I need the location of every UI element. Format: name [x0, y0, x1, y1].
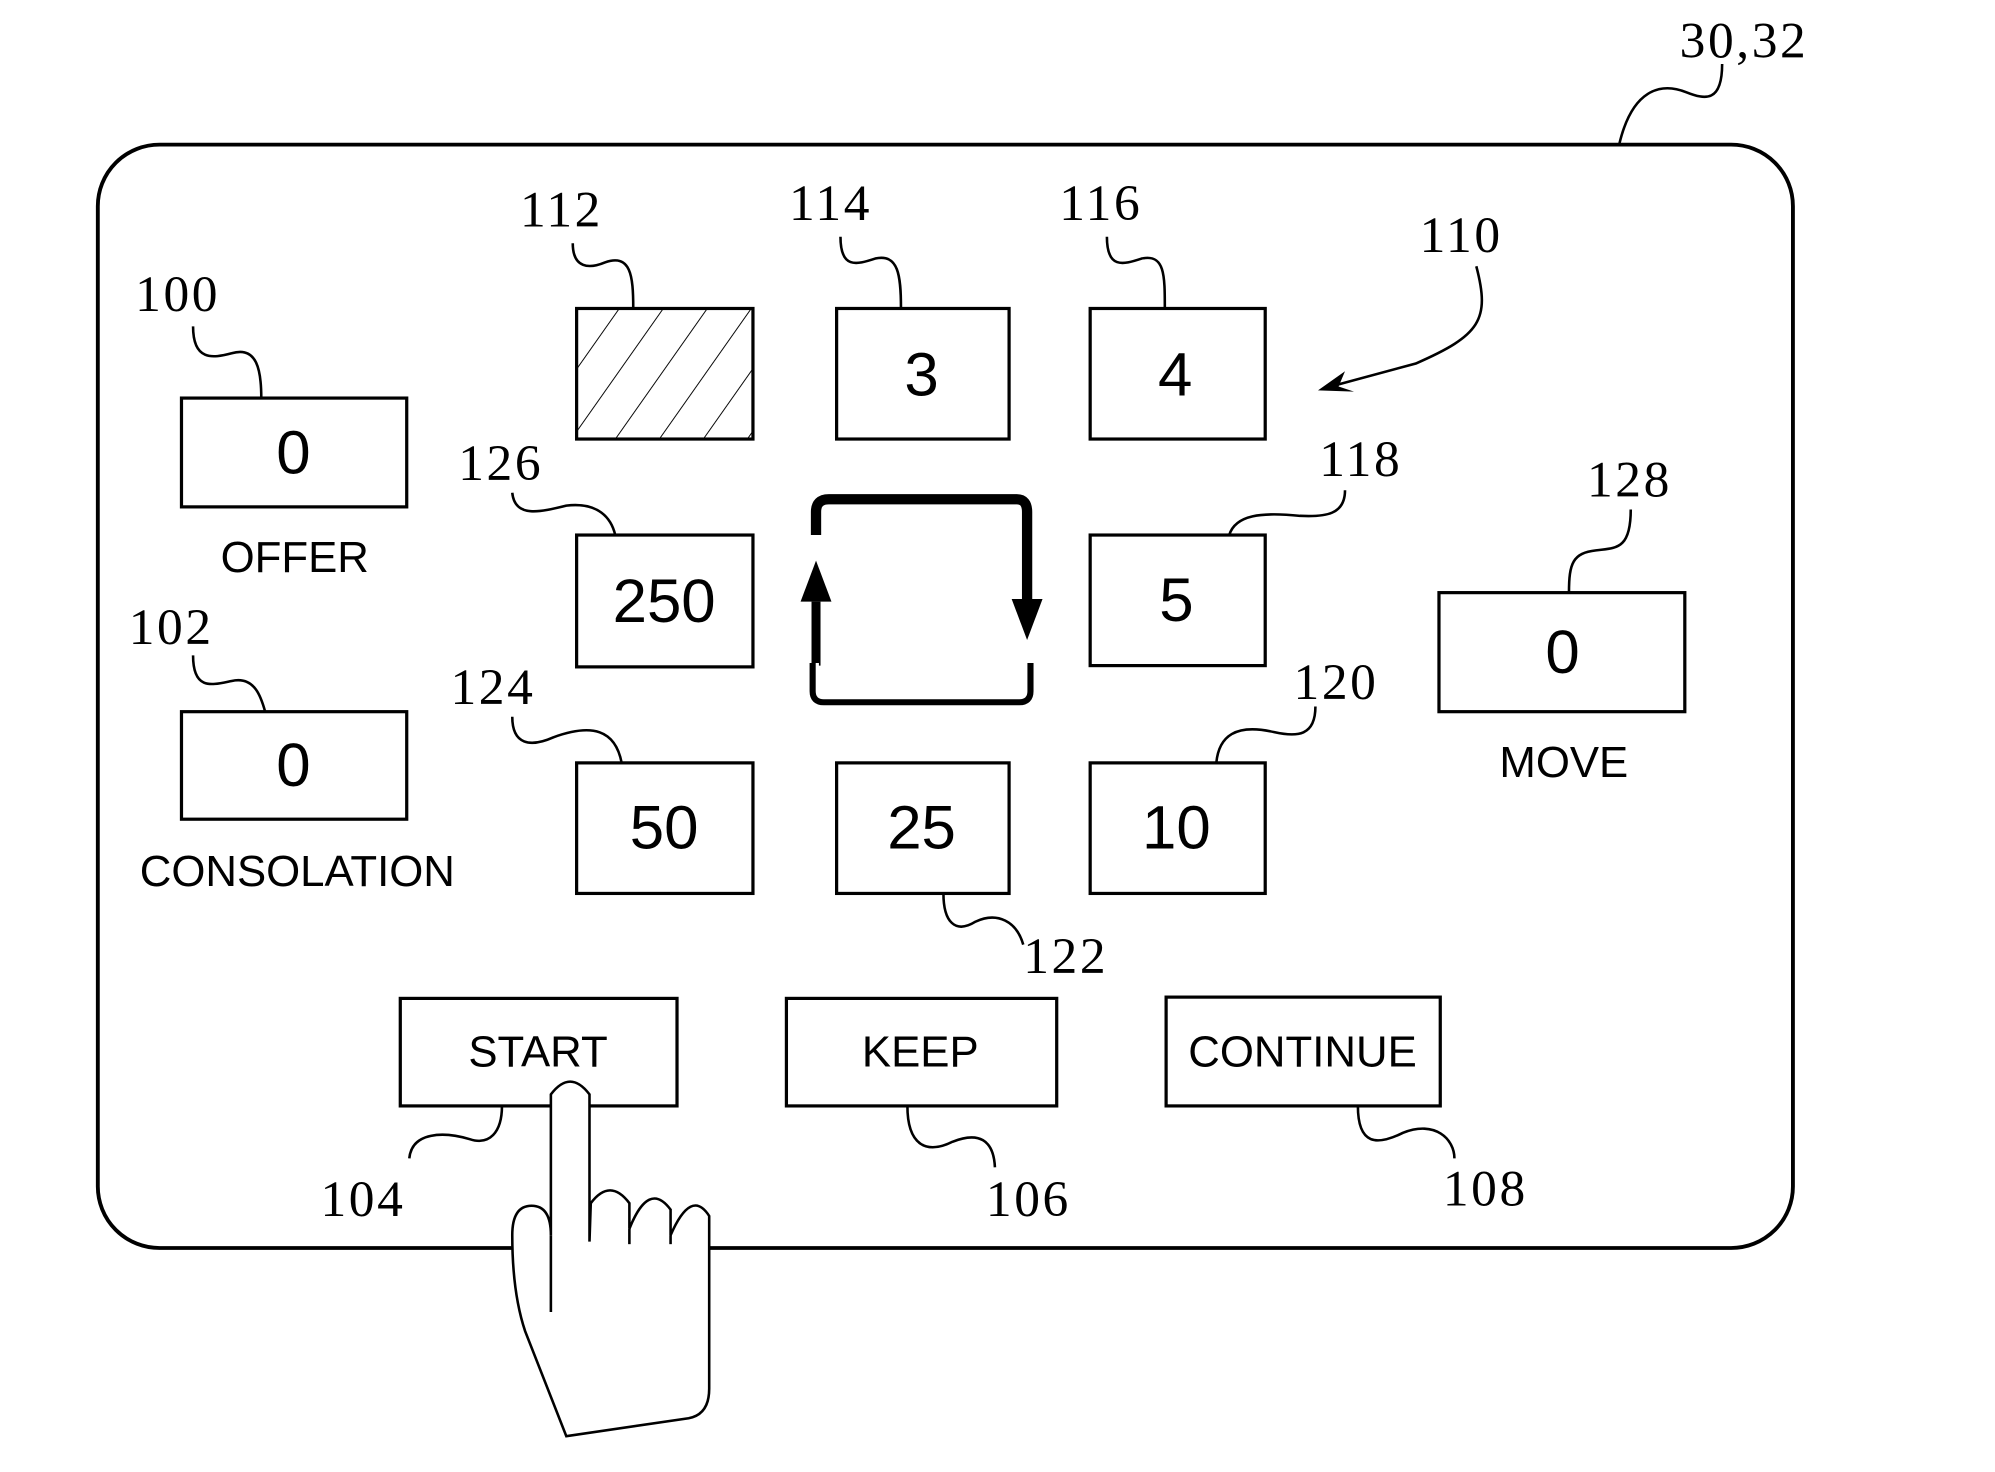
game-screen-diagram: 30,32 110 100 0 OFFER 102 0 CONSOLATION … [95, 13, 1809, 1438]
offer-value: 0 [276, 419, 310, 488]
device-leader-line [1617, 63, 1724, 145]
continue-button-label: CONTINUE [1188, 1028, 1416, 1077]
cell-126-value: 250 [613, 567, 716, 636]
cell-114-value: 3 [904, 341, 938, 410]
start-ref: 104 [320, 1171, 405, 1228]
start-button-label: START [468, 1028, 607, 1077]
keep-ref: 106 [986, 1171, 1071, 1228]
cell-112-box[interactable] [575, 306, 755, 441]
keep-button-label: KEEP [862, 1028, 979, 1077]
consolation-label: CONSOLATION [140, 847, 455, 896]
cell-120-value: 10 [1142, 794, 1211, 863]
cell-118-ref: 118 [1319, 431, 1402, 488]
cell-124-ref: 124 [450, 659, 535, 716]
cell-112-ref: 112 [520, 182, 603, 239]
cell-118-value: 5 [1159, 566, 1193, 635]
move-ref: 128 [1587, 452, 1672, 509]
cell-122-ref: 122 [1023, 928, 1108, 985]
move-value: 0 [1545, 618, 1579, 687]
cell-120-ref: 120 [1294, 654, 1379, 711]
cell-122-value: 25 [887, 794, 956, 863]
consolation-ref: 102 [129, 599, 214, 656]
device-ref-label: 30,32 [1680, 13, 1809, 70]
cell-114-ref: 114 [789, 175, 872, 232]
continue-ref: 108 [1443, 1161, 1528, 1218]
offer-label: OFFER [221, 533, 369, 582]
consolation-value: 0 [276, 731, 310, 800]
cell-126-ref: 126 [458, 435, 543, 492]
cell-124-value: 50 [630, 794, 699, 863]
move-label: MOVE [1499, 738, 1628, 787]
board-ref-label: 110 [1420, 207, 1503, 264]
offer-ref: 100 [135, 266, 220, 323]
cell-116-value: 4 [1158, 341, 1192, 410]
cell-116-ref: 116 [1059, 175, 1142, 232]
